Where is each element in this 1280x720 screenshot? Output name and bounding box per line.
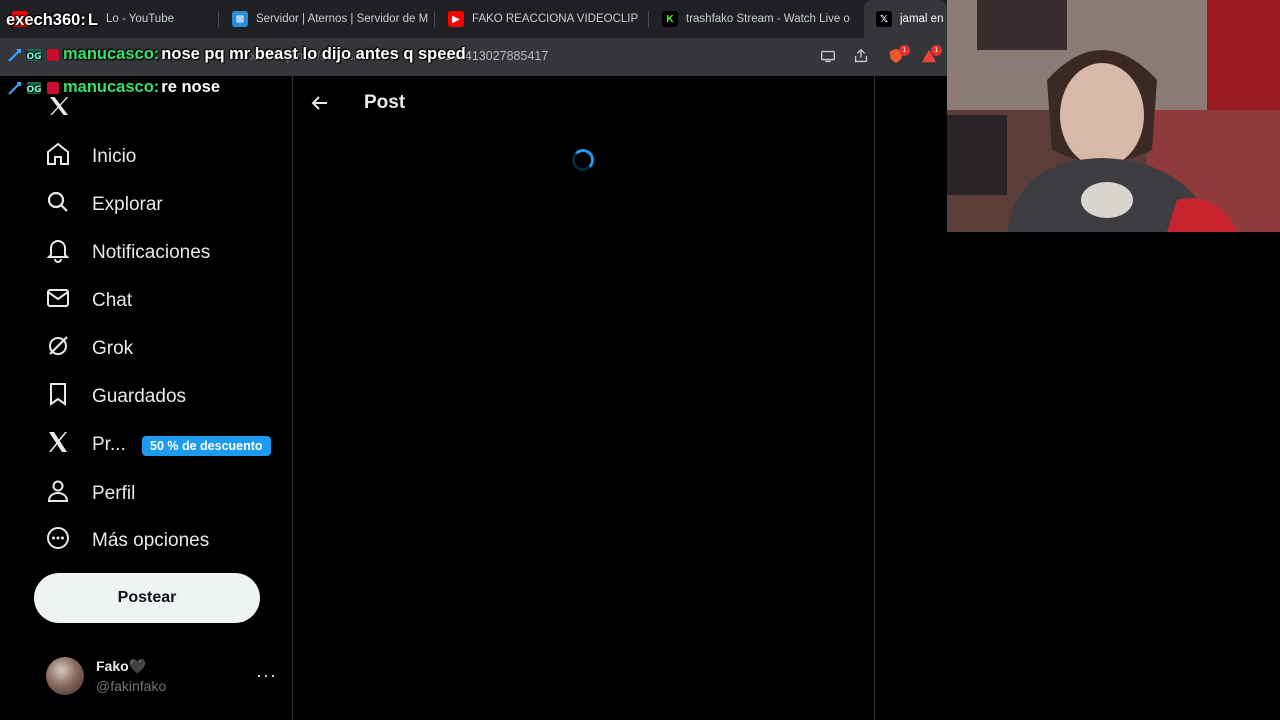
chat-username: manucasco:	[63, 45, 160, 63]
nav-label: Inicio	[92, 146, 137, 167]
mail-icon	[44, 284, 72, 318]
og-badge-icon: OG	[25, 79, 42, 96]
grok-icon	[44, 332, 72, 366]
account-handle: @fakinfako	[96, 678, 167, 694]
cast-icon[interactable]	[818, 46, 838, 66]
x-icon: 𝕏	[876, 11, 892, 27]
chat-message: OG manucasco: nose pq mr beast lo dijo a…	[6, 45, 466, 64]
account-name: Fako🖤	[96, 658, 147, 674]
sword-badge-icon	[6, 79, 23, 96]
red-badge-icon	[44, 46, 61, 63]
nav-label: Perfil	[92, 483, 136, 504]
webcam-image	[947, 0, 1280, 232]
page-title: Post	[364, 92, 406, 113]
sword-badge-icon	[6, 46, 23, 63]
column-divider	[292, 76, 293, 720]
chat-message: OG manucasco: re nose	[6, 78, 220, 97]
chat-text: L	[87, 11, 98, 29]
og-badge-icon: OG	[25, 46, 42, 63]
youtube-icon: ▶	[448, 11, 464, 27]
nav-mas-opciones[interactable]: Más opciones	[44, 521, 209, 561]
x-premium-icon	[44, 428, 72, 462]
more-circle-icon	[44, 524, 72, 558]
tab-x-active[interactable]: 𝕏 jamal en X	[864, 0, 947, 38]
nav-notificaciones[interactable]: Notificaciones	[44, 233, 210, 273]
nav-label: Grok	[92, 338, 134, 359]
rewards-count-badge: 1	[931, 45, 942, 56]
more-options-icon[interactable]: ···	[256, 665, 277, 686]
share-icon[interactable]	[851, 46, 871, 66]
post-button[interactable]: Postear	[34, 573, 260, 623]
home-icon	[44, 140, 72, 174]
svg-text:OG: OG	[26, 85, 41, 95]
nav-inicio[interactable]: Inicio	[44, 137, 136, 177]
nav-label: Más opciones	[92, 530, 210, 551]
svg-text:OG: OG	[26, 52, 41, 62]
loading-spinner-icon	[572, 149, 594, 171]
browser-tab-bar: ▶ Lo - YouTube ⊠ Servidor | Aternos | Se…	[0, 0, 947, 38]
nav-explorar[interactable]: Explorar	[44, 185, 163, 225]
nav-guardados[interactable]: Guardados	[44, 377, 186, 417]
bookmark-icon	[44, 380, 72, 414]
chat-username: exech360:	[6, 11, 86, 29]
chat-text: nose pq mr beast lo dijo antes q speed	[161, 45, 466, 63]
discount-badge[interactable]: 50 % de descuento	[142, 436, 271, 456]
kick-icon: K	[662, 11, 678, 27]
bell-icon	[44, 236, 72, 270]
chat-username: manucasco:	[63, 78, 160, 96]
shield-count-badge: 1	[899, 45, 910, 56]
nav-label: Explorar	[92, 194, 163, 215]
column-divider	[874, 76, 875, 720]
nav-label: Chat	[92, 290, 133, 311]
nav-chat[interactable]: Chat	[44, 281, 132, 321]
aternos-icon: ⊠	[232, 11, 248, 27]
back-arrow-icon[interactable]	[309, 92, 331, 114]
chat-text: re nose	[161, 78, 220, 96]
tab-aternos[interactable]: ⊠ Servidor | Aternos | Servidor de M	[220, 0, 432, 38]
account-switcher[interactable]: Fako🖤 @fakinfako ···	[44, 655, 276, 699]
nav-label: Pr...	[92, 434, 126, 455]
nav-grok[interactable]: Grok	[44, 329, 133, 369]
x-logo-icon[interactable]	[47, 94, 71, 118]
nav-label: Guardados	[92, 386, 187, 407]
tab-kick[interactable]: K trashfako Stream - Watch Live o	[650, 0, 850, 38]
chat-message: exech360: L	[6, 11, 98, 30]
nav-perfil[interactable]: Perfil	[44, 474, 135, 514]
avatar	[46, 657, 84, 695]
webcam-overlay	[947, 0, 1280, 232]
screen: ▶ Lo - YouTube ⊠ Servidor | Aternos | Se…	[0, 0, 1280, 720]
nav-premium[interactable]: Pr...	[44, 425, 126, 465]
person-icon	[44, 477, 72, 511]
nav-label: Notificaciones	[92, 242, 211, 263]
tab-youtube-fako[interactable]: ▶ FAKO REACCIONA VIDEOCLIP DE	[436, 0, 640, 38]
search-icon	[44, 188, 72, 222]
